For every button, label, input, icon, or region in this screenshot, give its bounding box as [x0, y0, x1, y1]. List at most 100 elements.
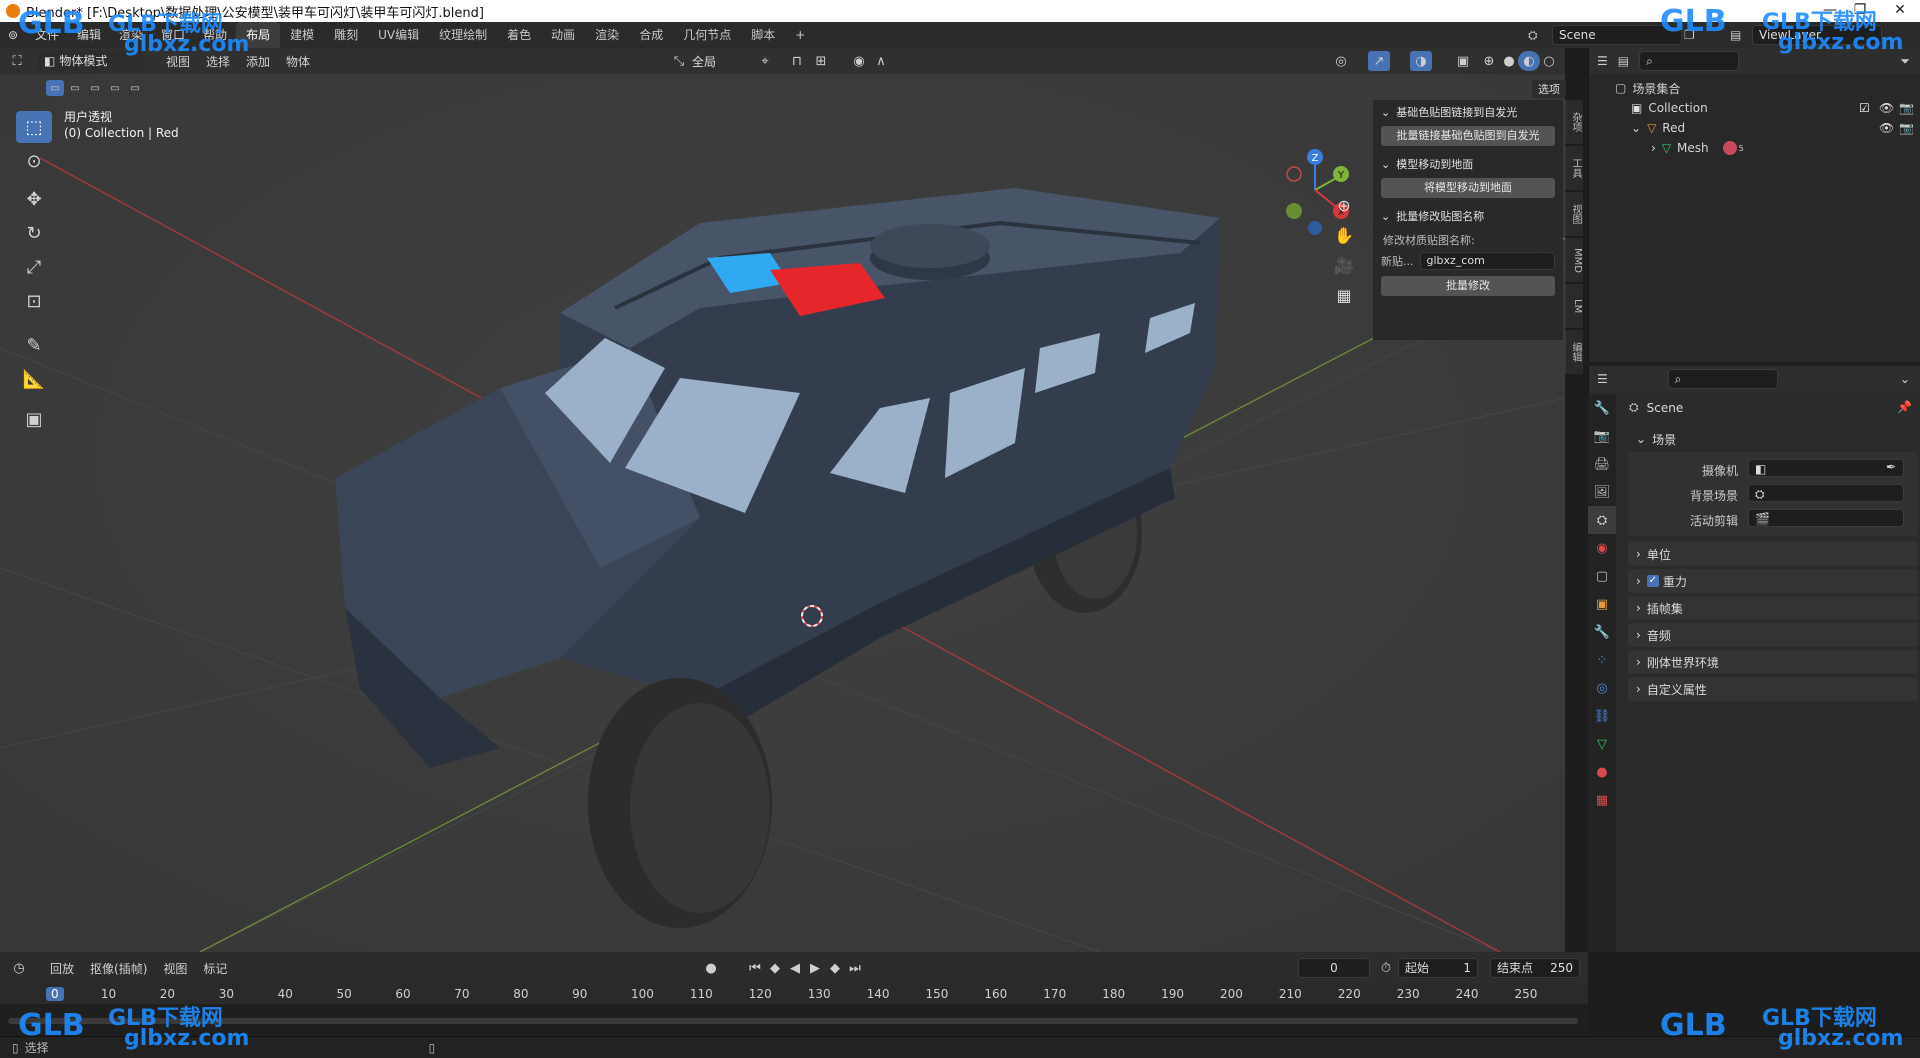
- eyedropper-icon[interactable]: ✒: [1886, 460, 1896, 474]
- render-camera-icon[interactable]: 📷: [1899, 101, 1914, 115]
- start-frame-field[interactable]: 起始 1: [1398, 958, 1478, 978]
- tab-animation[interactable]: 动画: [541, 22, 585, 48]
- properties-editor-icon[interactable]: ☰: [1597, 372, 1608, 386]
- gravity-section[interactable]: › ✓ 重力: [1628, 569, 1918, 593]
- sidebar-tab-mmd[interactable]: MMD: [1565, 238, 1583, 282]
- material-shading-icon[interactable]: ◐: [1518, 51, 1540, 71]
- view-layer-tab-icon[interactable]: 🖼: [1588, 478, 1616, 506]
- tab-scripting[interactable]: 脚本: [741, 22, 785, 48]
- xray-icon[interactable]: ▣: [1452, 51, 1474, 71]
- render-tab-icon[interactable]: 📷: [1588, 422, 1616, 450]
- batch-rename-button[interactable]: 批量修改: [1381, 276, 1555, 296]
- keying-sets-section[interactable]: › 插帧集: [1628, 596, 1918, 620]
- tool-tab-icon[interactable]: 🔧: [1588, 394, 1616, 422]
- tab-sculpting[interactable]: 雕刻: [324, 22, 368, 48]
- menu-keying[interactable]: 抠像(插帧): [82, 960, 155, 977]
- camera-view-icon[interactable]: 🎥: [1329, 250, 1359, 280]
- pan-hand-icon[interactable]: ✋: [1329, 220, 1359, 250]
- render-camera-icon[interactable]: 📷: [1899, 121, 1914, 135]
- play-reverse-icon[interactable]: ◀: [784, 958, 806, 978]
- transform-orientation-dropdown[interactable]: 全局: [692, 53, 742, 70]
- texture-tab-icon[interactable]: ▦: [1588, 786, 1616, 814]
- np-section-1-header[interactable]: ⌄ 基础色贴图链接到自发光: [1373, 100, 1563, 124]
- add-cube-tool-icon[interactable]: ▣: [16, 403, 52, 435]
- custom-properties-section[interactable]: › 自定义属性: [1628, 677, 1918, 701]
- physics-tab-icon[interactable]: ◎: [1588, 674, 1616, 702]
- select-new-icon[interactable]: ▭: [46, 80, 64, 96]
- active-clip-field[interactable]: 🎬: [1748, 509, 1904, 527]
- material-tab-icon[interactable]: ●: [1588, 758, 1616, 786]
- editor-type-icon[interactable]: ⛶: [6, 51, 28, 71]
- audio-section[interactable]: › 音频: [1628, 623, 1918, 647]
- tab-geometry-nodes[interactable]: 几何节点: [673, 22, 741, 48]
- rotate-tool-icon[interactable]: ↻: [16, 217, 52, 249]
- rendered-shading-icon[interactable]: ○: [1538, 51, 1560, 71]
- menu-playback[interactable]: 回放: [42, 960, 82, 977]
- tab-rendering[interactable]: 渲染: [585, 22, 629, 48]
- transform-orientation-icon[interactable]: ⤡: [668, 51, 690, 71]
- menu-timeline-view[interactable]: 视图: [155, 960, 195, 977]
- sidebar-tab-lm[interactable]: LM: [1565, 284, 1583, 328]
- timeline-editor-icon[interactable]: ◷: [8, 958, 30, 978]
- link-basecolor-emission-button[interactable]: 批量链接基础色贴图到自发光: [1381, 126, 1555, 146]
- visibility-icon[interactable]: ◎: [1330, 51, 1352, 71]
- cursor-tool-icon[interactable]: ⊙: [16, 145, 52, 177]
- snap-target-icon[interactable]: ⊞: [810, 51, 832, 71]
- move-tool-icon[interactable]: ✥: [16, 183, 52, 215]
- close-icon[interactable]: ✕: [1880, 0, 1920, 22]
- sidebar-tab-tool[interactable]: 工具: [1565, 146, 1583, 190]
- output-tab-icon[interactable]: 🖨: [1588, 450, 1616, 478]
- tab-compositing[interactable]: 合成: [629, 22, 673, 48]
- np-section-2-header[interactable]: ⌄ 模型移动到地面: [1373, 152, 1563, 176]
- overlay-toggle-icon[interactable]: ◑: [1410, 51, 1432, 71]
- world-tab-icon[interactable]: ◉: [1588, 534, 1616, 562]
- gravity-checkbox-icon[interactable]: ✓: [1646, 575, 1659, 587]
- timeline-scrollbar[interactable]: [8, 1018, 1578, 1024]
- wireframe-shading-icon[interactable]: ⊕: [1478, 51, 1500, 71]
- solid-shading-icon[interactable]: ●: [1498, 51, 1520, 71]
- chevron-down-icon[interactable]: ⌄: [1631, 121, 1641, 135]
- scene-tab-icon[interactable]: ⛭: [1588, 506, 1616, 534]
- select-extend-icon[interactable]: ▭: [66, 80, 84, 96]
- camera-field[interactable]: ◧: [1748, 459, 1904, 477]
- timeline-ruler[interactable]: 0 10 20 30 40 50 60 70 80 90 100 110 120 130 140 150 160…: [0, 984, 1588, 1004]
- scene-panel-header[interactable]: ⌄ 场景: [1628, 428, 1918, 450]
- viewlayer-icon[interactable]: ▤: [1730, 28, 1741, 42]
- sidebar-tab-view[interactable]: 视图: [1565, 192, 1583, 236]
- 3d-viewport[interactable]: Z Y X 用户透视 (0) Collection | Red ⊕ ✋ 🎥 ▦: [0, 48, 1565, 952]
- object-tab-icon[interactable]: ▣: [1588, 590, 1616, 618]
- tab-uv-editing[interactable]: UV编辑: [368, 22, 429, 48]
- snap-icon[interactable]: ⊓: [786, 51, 808, 71]
- units-section[interactable]: › 单位: [1628, 542, 1918, 566]
- eye-icon[interactable]: 👁: [1879, 101, 1894, 115]
- tab-modeling[interactable]: 建模: [280, 22, 324, 48]
- data-tab-icon[interactable]: ▽: [1588, 730, 1616, 758]
- jump-start-icon[interactable]: ⏮: [744, 958, 766, 978]
- zoom-icon[interactable]: ⊕: [1329, 190, 1359, 220]
- outliner-collection-row[interactable]: ▣ Collection ☑ 👁 📷: [1589, 98, 1920, 118]
- np-section-3-header[interactable]: ⌄ 批量修改贴图名称: [1373, 204, 1563, 228]
- proportional-edit-icon[interactable]: ◉: [848, 51, 870, 71]
- jump-end-icon[interactable]: ⏭: [844, 958, 866, 978]
- gizmo-toggle-icon[interactable]: ↗: [1368, 51, 1390, 71]
- measure-tool-icon[interactable]: 📐: [16, 363, 52, 395]
- move-to-ground-button[interactable]: 将模型移动到地面: [1381, 178, 1555, 198]
- rigid-body-world-section[interactable]: › 刚体世界环境: [1628, 650, 1918, 674]
- scene-icon[interactable]: ⛭: [1528, 28, 1538, 43]
- outliner-search-input[interactable]: ⌕: [1639, 51, 1740, 71]
- falloff-icon[interactable]: ∧: [870, 51, 892, 71]
- properties-search-input[interactable]: ⌕: [1667, 369, 1778, 389]
- constraints-tab-icon[interactable]: ⛓: [1588, 702, 1616, 730]
- select-box-tool-icon[interactable]: ⬚: [16, 111, 52, 143]
- outliner-mesh-row[interactable]: › ▽ Mesh 5: [1589, 138, 1920, 158]
- chevron-down-icon[interactable]: ⌄: [1900, 372, 1910, 386]
- outliner-scene-collection[interactable]: ▢ 场景集合: [1589, 78, 1920, 98]
- add-workspace-button[interactable]: +: [785, 22, 815, 48]
- tab-shading[interactable]: 着色: [497, 22, 541, 48]
- annotate-tool-icon[interactable]: ✎: [16, 329, 52, 361]
- new-name-input[interactable]: glbxz_com: [1419, 252, 1555, 270]
- collection-tab-icon[interactable]: ▢: [1588, 562, 1616, 590]
- sidebar-tab-edit[interactable]: 编辑: [1565, 330, 1583, 374]
- select-invert-icon[interactable]: ▭: [106, 80, 124, 96]
- sidebar-tab-misc[interactable]: 杂项: [1565, 100, 1583, 144]
